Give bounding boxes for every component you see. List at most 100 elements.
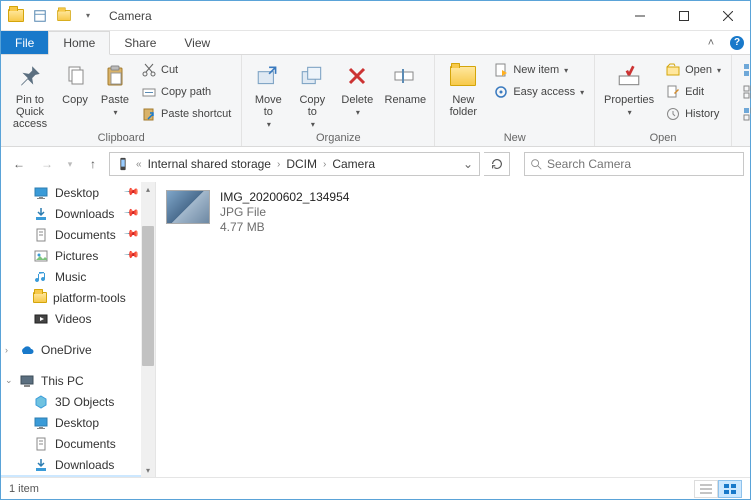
tree-item-desktop[interactable]: Desktop📌 <box>1 182 141 203</box>
tab-share[interactable]: Share <box>110 31 170 54</box>
select-all-icon <box>742 62 751 78</box>
refresh-button[interactable] <box>484 152 510 176</box>
pin-to-quick-access-button[interactable]: Pin to Quick access <box>7 58 53 130</box>
qat-dropdown-icon[interactable]: ▾ <box>77 5 99 27</box>
help-button[interactable]: ? <box>724 31 750 54</box>
ribbon-group-open: Properties▾ Open▾ Edit History Open <box>595 55 732 146</box>
view-details-button[interactable] <box>694 480 718 498</box>
tab-home[interactable]: Home <box>48 31 110 55</box>
properties-button[interactable]: Properties▾ <box>601 58 657 117</box>
scroll-up-button[interactable]: ▴ <box>141 182 155 196</box>
tab-view[interactable]: View <box>170 31 224 54</box>
status-bar: 1 item <box>1 477 750 499</box>
paste-shortcut-button[interactable]: Paste shortcut <box>137 104 235 124</box>
tree-item-onedrive[interactable]: ›OneDrive <box>1 339 141 360</box>
rename-icon <box>389 60 421 92</box>
tab-file[interactable]: File <box>1 31 48 54</box>
invert-selection-button[interactable]: Invert selection <box>738 104 751 124</box>
titlebar: ▾ Camera <box>1 1 750 31</box>
documents-icon <box>33 436 49 452</box>
breadcrumb-part-2[interactable]: Camera <box>328 153 379 175</box>
select-all-button[interactable]: Select all <box>738 60 751 80</box>
pin-icon <box>14 60 46 92</box>
minimize-button[interactable] <box>618 2 662 30</box>
pin-icon: 📌 <box>122 184 139 201</box>
tree-item-platform-tools[interactable]: platform-tools <box>1 287 141 308</box>
tree-item-downloads[interactable]: Downloads <box>1 454 141 475</box>
desktop-icon <box>33 415 49 431</box>
tree-item-videos[interactable]: Videos <box>1 308 141 329</box>
address-bar[interactable]: « Internal shared storage› DCIM› Camera … <box>109 152 480 176</box>
view-large-icons-button[interactable] <box>718 480 742 498</box>
move-to-button[interactable]: Move to▾ <box>248 58 288 129</box>
scroll-down-button[interactable]: ▾ <box>141 463 155 477</box>
tree-item-downloads[interactable]: Downloads📌 <box>1 203 141 224</box>
folder-icon <box>33 292 47 303</box>
new-item-button[interactable]: New item▾ <box>489 60 588 80</box>
tree-item-documents[interactable]: Documents📌 <box>1 224 141 245</box>
search-input[interactable] <box>547 157 739 171</box>
qat-newfolder-icon[interactable] <box>53 5 75 27</box>
onedrive-icon <box>19 342 35 358</box>
tree-item-desktop[interactable]: Desktop <box>1 412 141 433</box>
copy-path-button[interactable]: Copy path <box>137 82 235 102</box>
easy-access-button[interactable]: Easy access▾ <box>489 82 588 102</box>
collapse-ribbon-button[interactable]: ˄ <box>698 31 724 54</box>
close-button[interactable] <box>706 2 750 30</box>
file-name: IMG_20200602_134954 <box>220 190 349 205</box>
ribbon-group-select: Select all Select none Invert selection … <box>732 55 751 146</box>
copy-icon <box>59 60 91 92</box>
back-button[interactable]: ← <box>7 152 31 176</box>
tree-item-documents[interactable]: Documents <box>1 433 141 454</box>
thispc-icon <box>19 373 35 389</box>
copy-to-button[interactable]: Copy to▾ <box>292 58 332 129</box>
history-icon <box>665 106 681 122</box>
breadcrumb-part-1[interactable]: DCIM <box>282 153 321 175</box>
select-none-button[interactable]: Select none <box>738 82 751 102</box>
file-list[interactable]: IMG_20200602_134954 JPG File 4.77 MB <box>156 182 750 477</box>
breadcrumb-device-icon[interactable] <box>112 153 134 175</box>
easy-access-icon <box>493 84 509 100</box>
scroll-thumb[interactable] <box>142 226 154 366</box>
invert-selection-icon <box>742 106 751 122</box>
address-dropdown-button[interactable]: ⌄ <box>459 157 477 171</box>
cut-icon <box>141 62 157 78</box>
music-icon <box>33 269 49 285</box>
properties-icon <box>613 60 645 92</box>
file-item[interactable]: IMG_20200602_134954 JPG File 4.77 MB <box>166 190 466 235</box>
open-button[interactable]: Open▾ <box>661 60 725 80</box>
pin-icon: 📌 <box>122 226 139 243</box>
delete-button[interactable]: Delete▾ <box>336 58 378 117</box>
copy-button[interactable]: Copy <box>57 58 93 106</box>
tree-item-this-pc[interactable]: ⌄This PC <box>1 370 141 391</box>
breadcrumb-part-0[interactable]: Internal shared storage <box>144 153 275 175</box>
recent-locations-button[interactable]: ▾ <box>63 152 77 176</box>
file-type: JPG File <box>220 205 349 220</box>
up-button[interactable]: ↑ <box>81 152 105 176</box>
documents-icon <box>33 227 49 243</box>
edit-button[interactable]: Edit <box>661 82 725 102</box>
tree-item-pictures[interactable]: Pictures📌 <box>1 245 141 266</box>
ribbon-tabs: File Home Share View ˄ ? <box>1 31 750 55</box>
window-title: Camera <box>109 9 152 23</box>
file-thumbnail <box>166 190 210 224</box>
pin-icon: 📌 <box>122 247 139 264</box>
tree-item-3d-objects[interactable]: 3D Objects <box>1 391 141 412</box>
navbar: ← → ▾ ↑ « Internal shared storage› DCIM›… <box>1 147 750 181</box>
forward-button[interactable]: → <box>35 152 59 176</box>
new-folder-button[interactable]: New folder <box>441 58 485 118</box>
paste-button[interactable]: Paste ▾ <box>97 58 133 117</box>
downloads-icon <box>33 457 49 473</box>
search-box[interactable] <box>524 152 744 176</box>
qat-properties-icon[interactable] <box>29 5 51 27</box>
cut-button[interactable]: Cut <box>137 60 235 80</box>
ribbon-group-organize: Move to▾ Copy to▾ Delete▾ Rename Organiz… <box>242 55 435 146</box>
videos-icon <box>33 311 49 327</box>
open-icon <box>665 62 681 78</box>
rename-button[interactable]: Rename <box>382 58 428 106</box>
history-button[interactable]: History <box>661 104 725 124</box>
tree-scrollbar[interactable]: ▴ ▾ <box>141 182 155 477</box>
paste-shortcut-icon <box>141 106 157 122</box>
tree-item-music[interactable]: Music <box>1 266 141 287</box>
maximize-button[interactable] <box>662 2 706 30</box>
